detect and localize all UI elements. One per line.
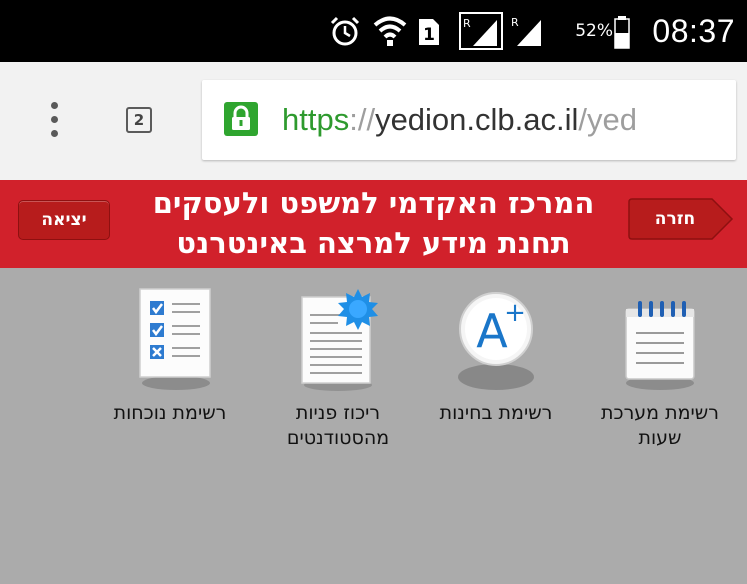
url-path: /yed	[578, 102, 638, 137]
browser-toolbar: 2 https://yedion.clb.ac.il/yed	[0, 62, 747, 181]
url-separator: ://	[349, 102, 376, 137]
tile-label-line1: רשימת בחינות	[439, 402, 553, 424]
back-button-label: חזרה	[654, 209, 696, 229]
tile-exams[interactable]: A + רשימת בחינות	[408, 285, 584, 424]
tile-label: רשימת מערכת שעות	[572, 401, 747, 451]
status-time: 08:37	[652, 12, 735, 49]
tile-label-line1: רשימת מערכת	[601, 402, 719, 424]
wifi-icon	[373, 16, 407, 46]
battery-percent: 52%	[575, 21, 613, 41]
url-text[interactable]: https://yedion.clb.ac.il/yed	[282, 80, 637, 160]
alarm-icon	[330, 16, 360, 46]
grade-a-plus-icon: A +	[458, 292, 534, 390]
url-host: yedion.clb.ac.il	[375, 102, 579, 137]
sim-1-icon: 1	[419, 19, 439, 45]
notepad-icon	[625, 301, 695, 390]
page-subtitle: תחנת מידע למרצה באינטרנט	[176, 226, 571, 260]
back-button[interactable]: חזרה	[628, 197, 734, 241]
checklist-icon	[139, 288, 211, 390]
signal-roaming-2-icon: R	[511, 16, 541, 46]
svg-text:R: R	[463, 17, 471, 30]
tab-count-icon[interactable]: 2	[126, 107, 152, 133]
tile-label-line2: מהסטודנטים	[286, 427, 390, 449]
document-badge-icon	[301, 289, 378, 391]
tile-student-requests[interactable]: ריכוז פניות מהסטודנטים	[250, 285, 426, 449]
tile-label: רשימת נוכחות	[82, 401, 258, 426]
lock-icon[interactable]	[224, 102, 258, 136]
svg-text:+: +	[504, 298, 526, 328]
url-bar[interactable]: https://yedion.clb.ac.il/yed	[202, 80, 736, 160]
page-title: המרכז האקדמי למשפט ולעסקים	[152, 186, 595, 220]
tile-label-line1: ריכוז פניות	[295, 402, 381, 424]
battery-icon	[614, 16, 630, 49]
tile-label: רשימת בחינות	[408, 401, 584, 426]
svg-text:1: 1	[423, 25, 435, 45]
signal-roaming-1-icon: R	[459, 12, 503, 50]
menu-dots-icon[interactable]	[42, 102, 66, 142]
tile-schedule[interactable]: רשימת מערכת שעות	[572, 285, 747, 449]
status-bar: 1 R R 52% 08:37	[0, 0, 747, 62]
svg-text:R: R	[511, 16, 519, 29]
tile-attendance[interactable]: רשימת נוכחות	[82, 285, 258, 424]
exit-button[interactable]: יציאה	[18, 200, 110, 240]
tile-label-line2: שעות	[638, 427, 682, 449]
tile-label-line1: רשימת נוכחות	[113, 402, 227, 424]
url-scheme: https	[282, 102, 350, 137]
tile-label: ריכוז פניות מהסטודנטים	[250, 401, 426, 451]
